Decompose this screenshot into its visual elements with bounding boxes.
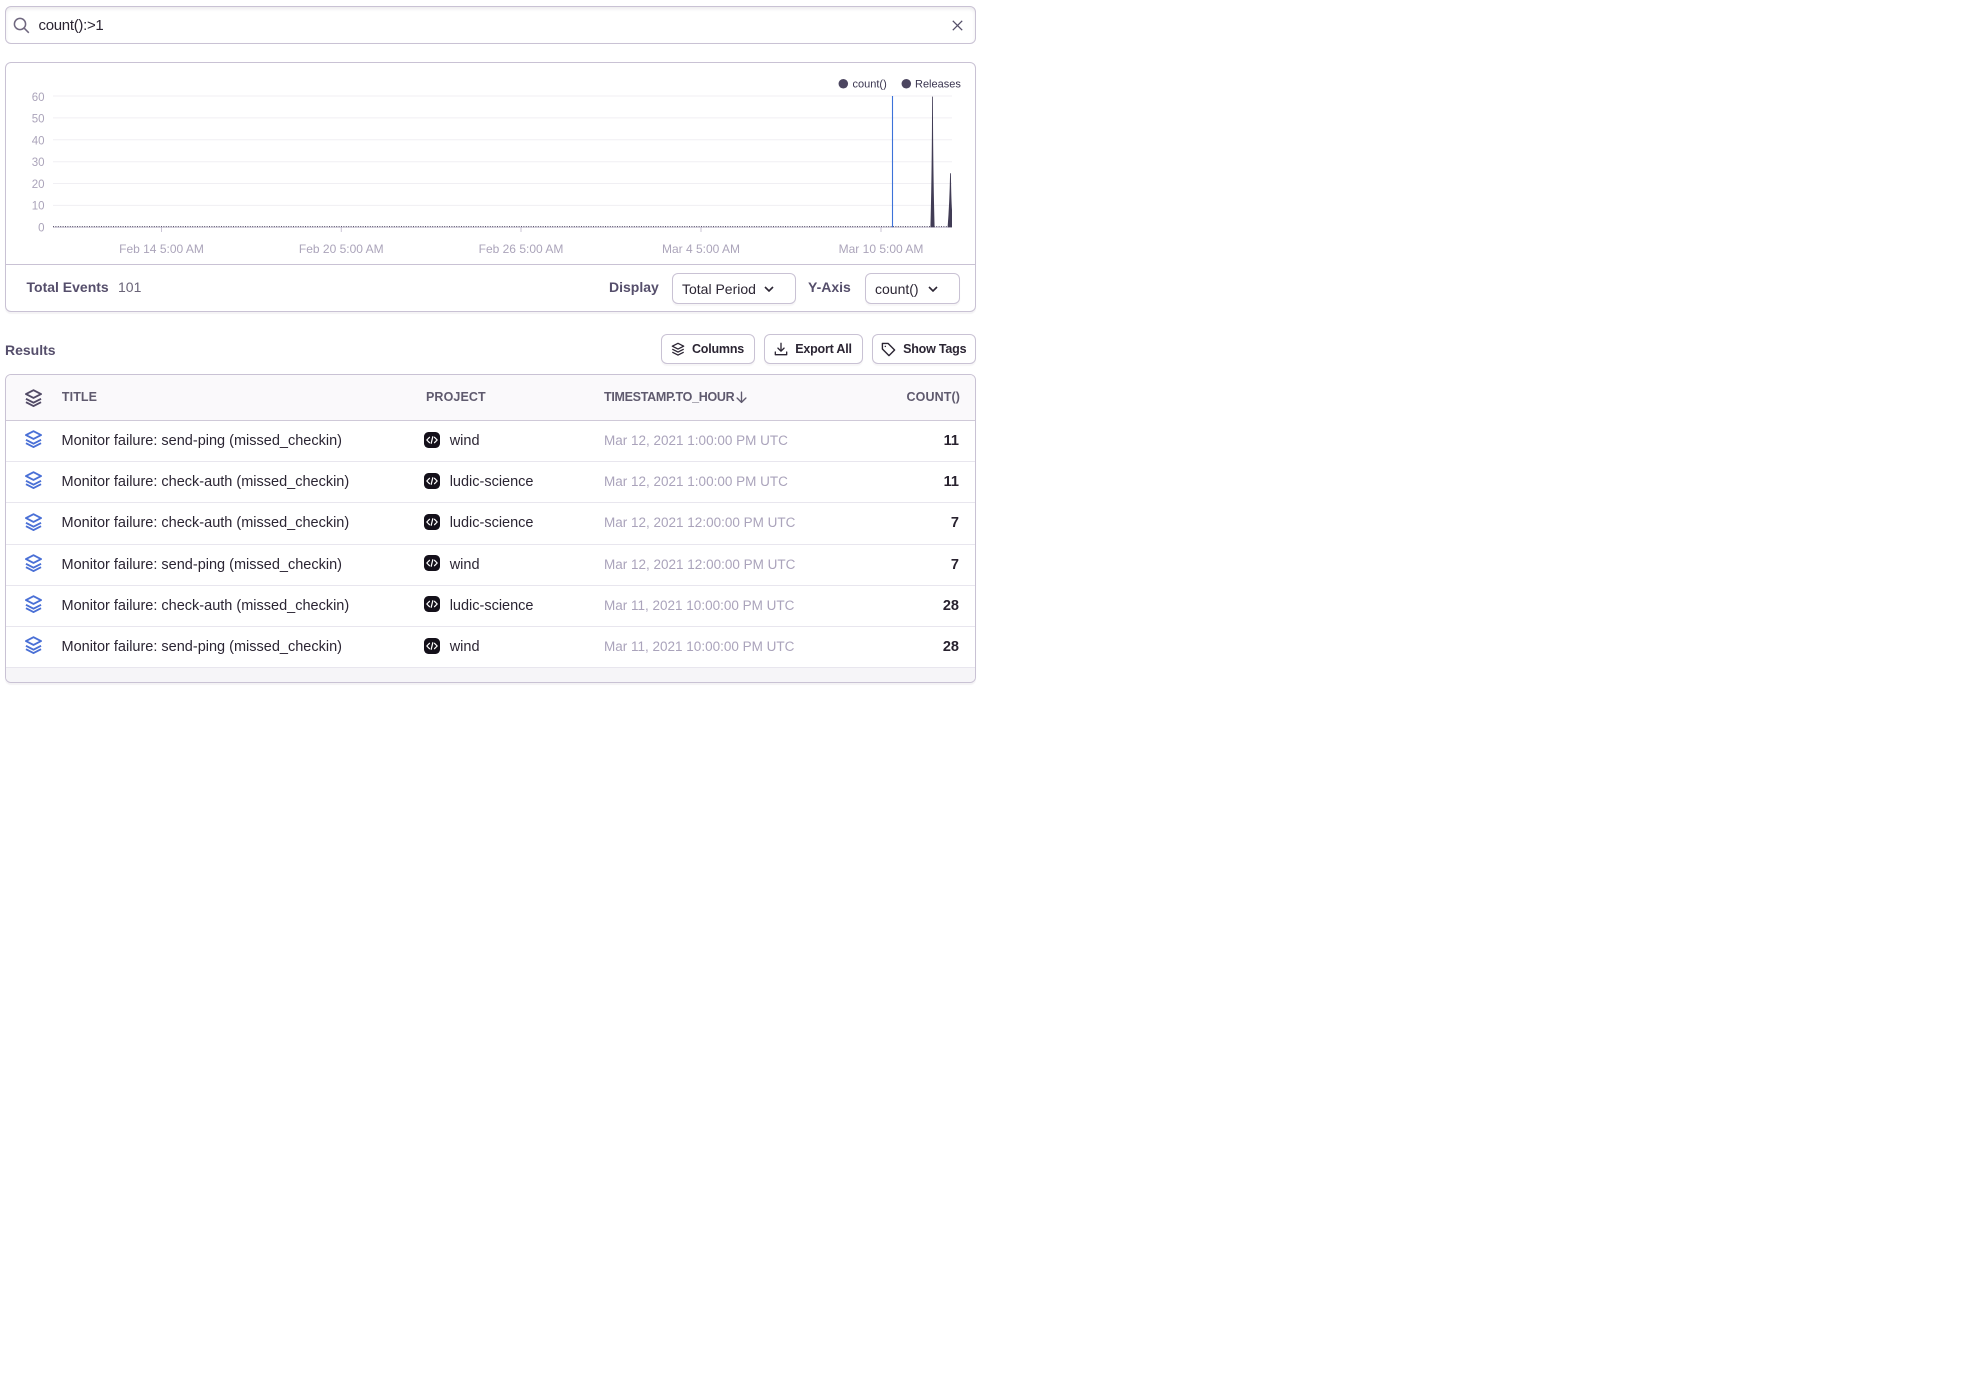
svg-text:Mar 10 5:00 AM: Mar 10 5:00 AM (839, 242, 924, 256)
svg-text:40: 40 (32, 135, 45, 147)
svg-text:Mar 4 5:00 AM: Mar 4 5:00 AM (662, 242, 740, 256)
svg-text:Feb 20 5:00 AM: Feb 20 5:00 AM (299, 242, 384, 256)
svg-text:0: 0 (38, 222, 44, 234)
svg-text:30: 30 (32, 157, 45, 169)
svg-text:60: 60 (32, 91, 45, 103)
svg-text:50: 50 (32, 113, 45, 125)
svg-text:10: 10 (32, 200, 45, 212)
svg-text:Feb 14 5:00 AM: Feb 14 5:00 AM (119, 242, 204, 256)
svg-text:Releases: Releases (915, 78, 961, 90)
svg-text:count(): count() (853, 78, 887, 90)
svg-text:20: 20 (32, 178, 45, 190)
svg-text:Feb 26 5:00 AM: Feb 26 5:00 AM (479, 242, 564, 256)
